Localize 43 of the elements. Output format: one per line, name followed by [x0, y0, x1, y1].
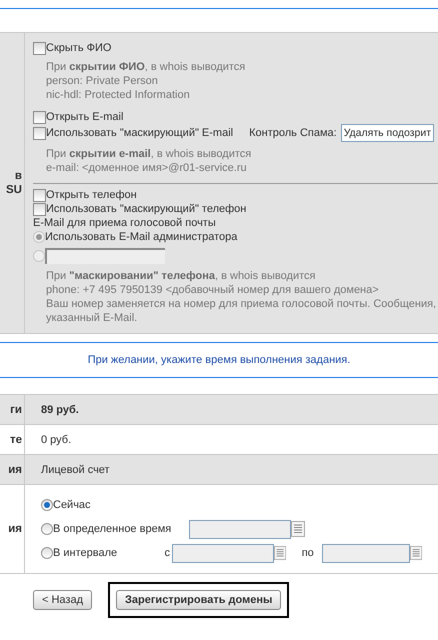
checkbox-label: Открыть E-mail [46, 110, 124, 124]
row-label: ия [8, 522, 22, 536]
row-label: SU [6, 183, 22, 197]
checkbox[interactable] [33, 110, 46, 124]
checkbox[interactable] [33, 42, 46, 54]
register-button[interactable]: Зарегистрировать домены [116, 590, 282, 610]
spam-control-select[interactable]: Удалять подозрит [340, 124, 434, 142]
checkbox-label: Использовать "маскирующий" E-mail [46, 126, 234, 140]
note-text: При скрытии ФИО, в whois выводится person: Private Person nic-hdl: Protected Information [45, 60, 246, 102]
calendar-icon[interactable] [410, 545, 422, 561]
row-label: те [10, 432, 22, 446]
radio-label: В определенное время [53, 522, 172, 536]
field-label: по [302, 546, 314, 560]
calendar-icon[interactable] [291, 521, 305, 537]
row-label: ия [8, 462, 22, 476]
value-text: 0 руб. [41, 432, 72, 446]
note-text: При скрытии e-mail, в whois выводится e-mail: <доменное имя>@r01-service.ru [45, 147, 252, 175]
checkbox-label: Открыть телефон [46, 188, 137, 202]
radio-label: Сейчас [53, 498, 91, 512]
info-text: При желании, укажите время выполнения задания. [86, 353, 352, 368]
row-label: ги [10, 402, 22, 416]
date-field[interactable] [322, 544, 410, 562]
radio-button[interactable] [41, 547, 53, 559]
field-label: E-Mail для приема голосовой почты [33, 216, 217, 230]
date-field[interactable] [189, 520, 291, 538]
note-text: При "маскировании" телефона, в whois выводится phone: +7 495 7950139 <добавочный номер для вашего домена> Ваш номер заменяется на номер для приема голосовой почты. Сообщения, указанный E-Mail. [45, 269, 438, 325]
checkbox[interactable] [33, 188, 46, 202]
checkbox[interactable] [33, 202, 46, 216]
field-label: с [164, 546, 172, 560]
value-text: 89 руб. [41, 402, 79, 416]
radio-button[interactable] [41, 499, 53, 511]
checkbox[interactable] [33, 126, 46, 140]
row-label: в [14, 169, 22, 183]
checkbox-label: Использовать "маскирующий" телефон [46, 202, 246, 216]
value-text: Лицевой счет [41, 462, 110, 476]
radio-label: Использовать E-Mail администратора [45, 230, 238, 244]
radio-button[interactable] [41, 523, 53, 535]
field-label: Контроль Спама: [249, 126, 337, 140]
checkbox-label: Скрыть ФИО [46, 41, 112, 55]
back-button[interactable]: < Назад [33, 590, 92, 610]
calendar-icon[interactable] [274, 545, 286, 561]
date-field[interactable] [172, 544, 274, 562]
radio-label: В интервале [53, 546, 118, 560]
